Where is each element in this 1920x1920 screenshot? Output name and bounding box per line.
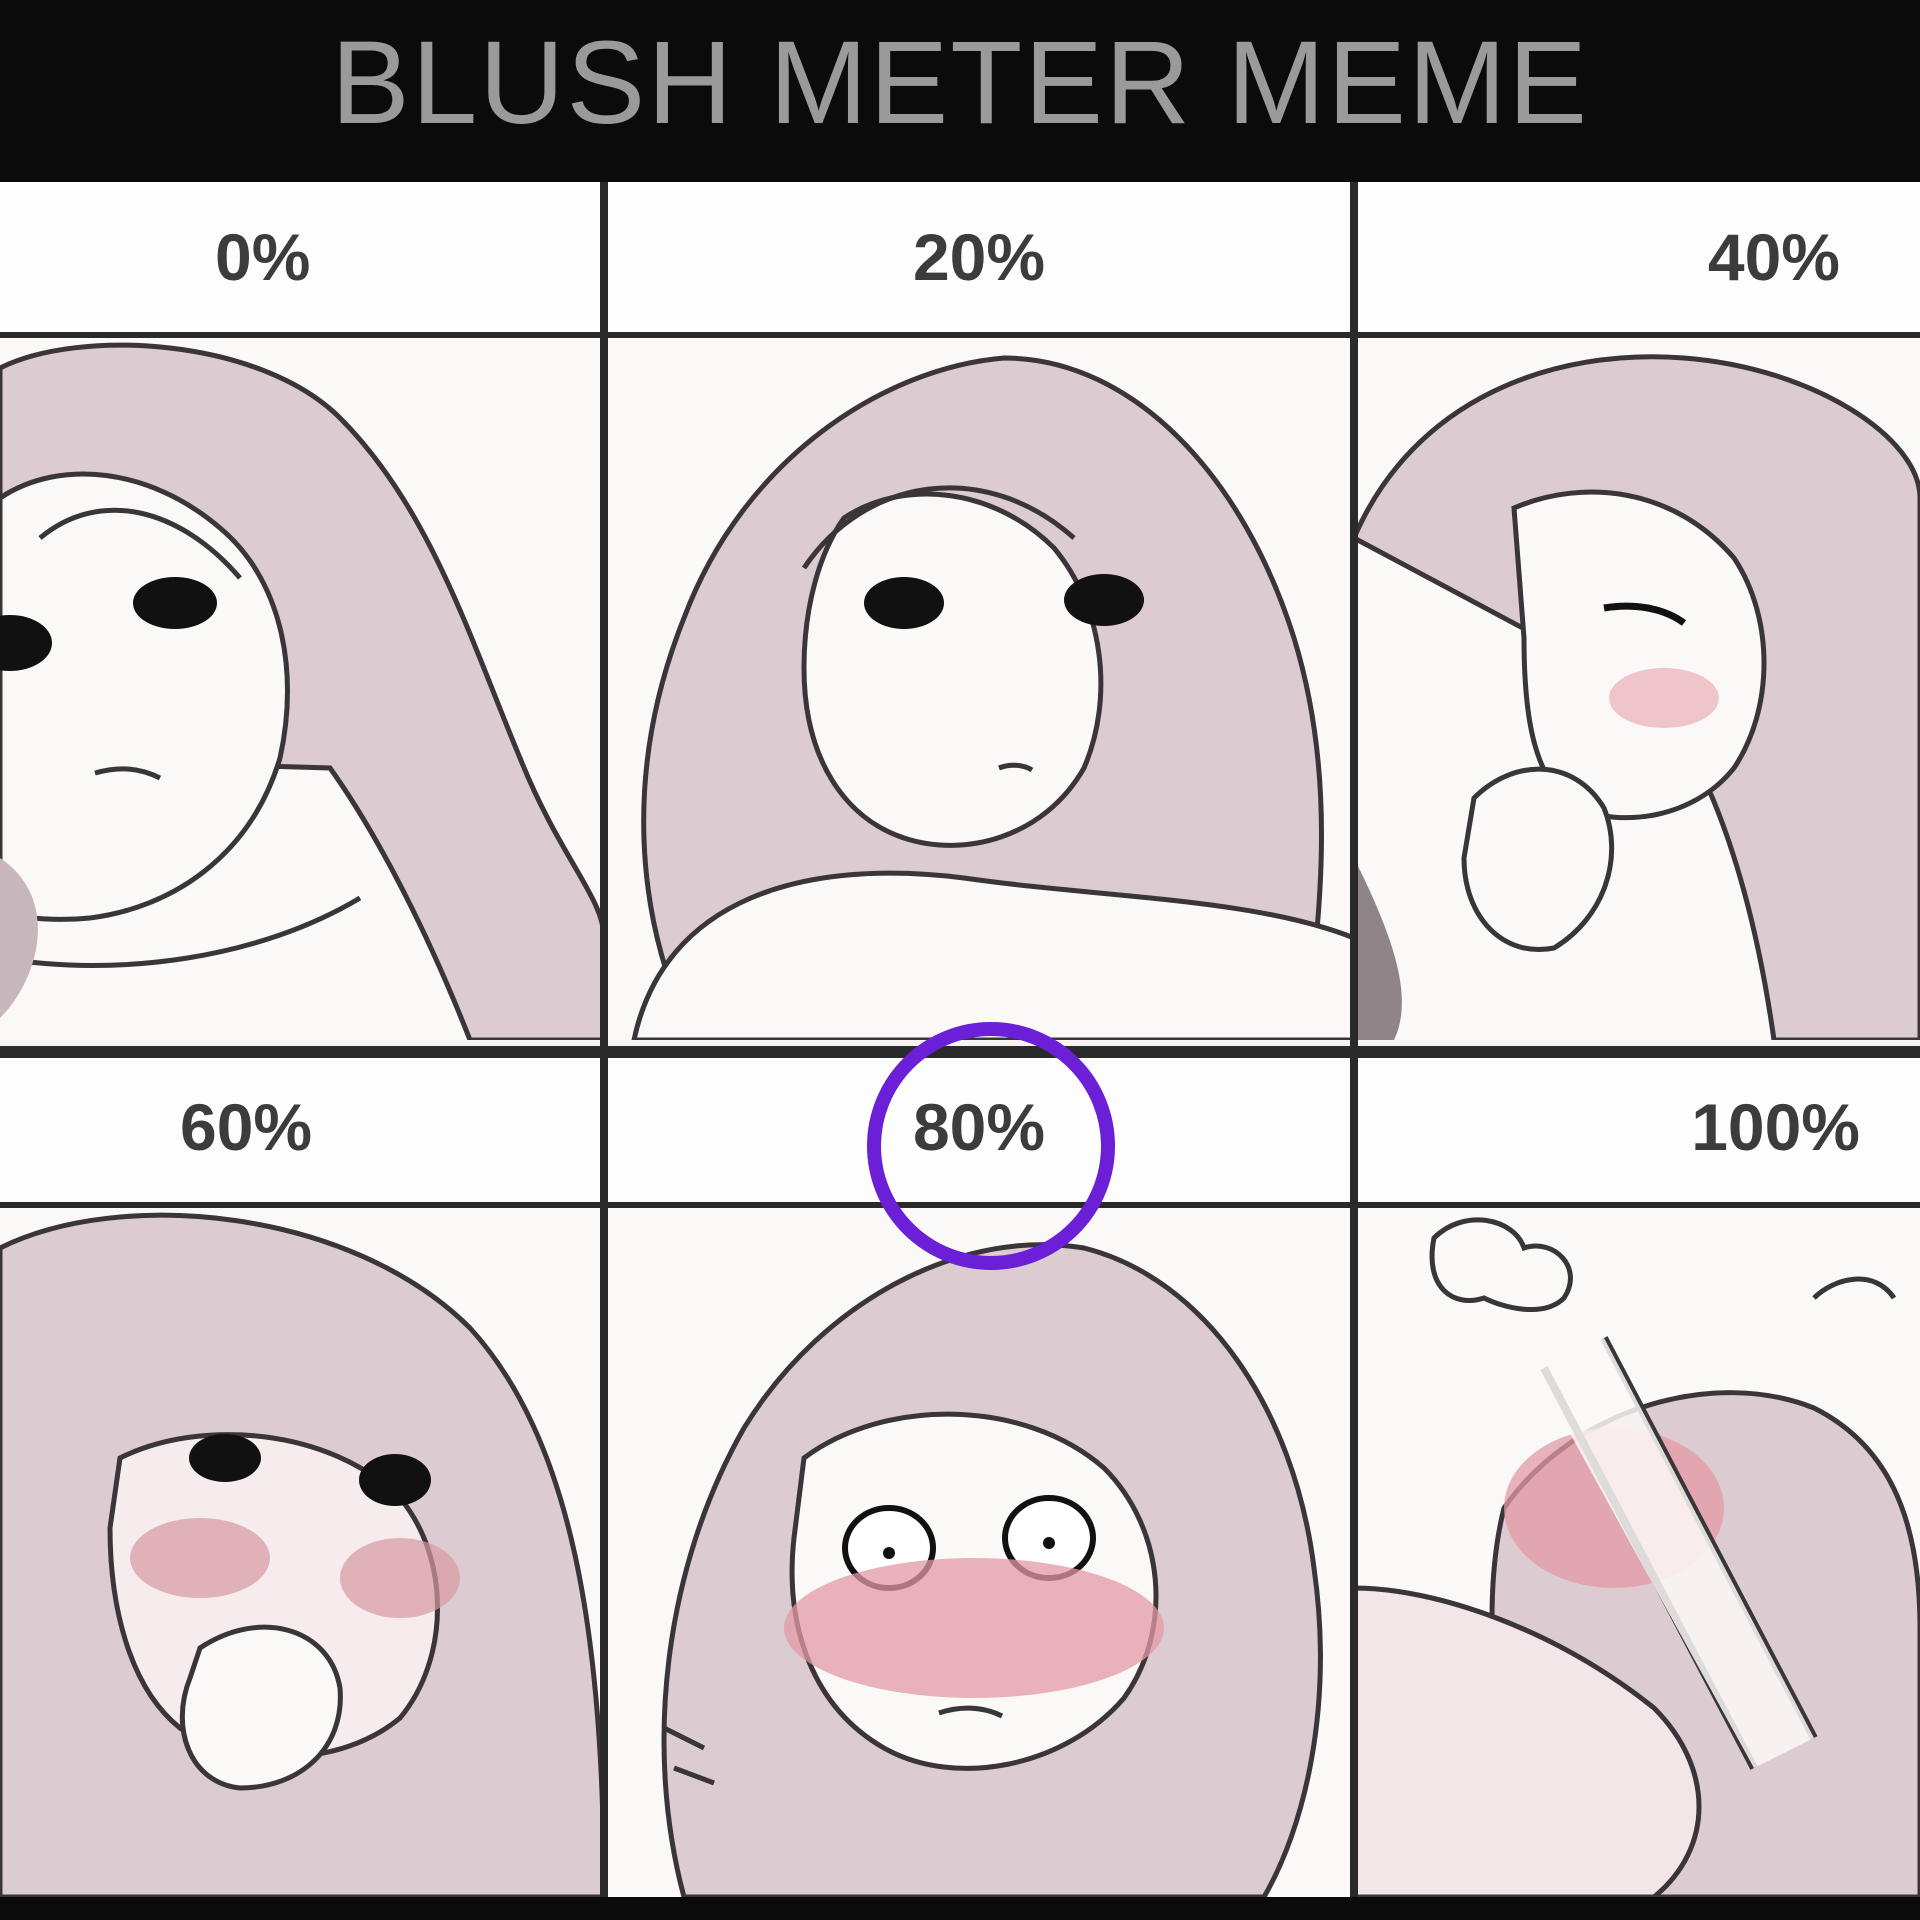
header-bar: BLUSH METER MEME (0, 0, 1920, 182)
character-drawing (604, 338, 1354, 1040)
panel-0-percent: 0% (0, 182, 604, 1040)
panel-label: 20% (604, 182, 1354, 338)
meme-title: BLUSH METER MEME (330, 17, 1590, 149)
bottom-border (0, 1897, 1920, 1920)
panel-40-percent: 40% (1354, 182, 1920, 1040)
character-drawing (0, 338, 604, 1040)
panel-100-percent: 100% (1354, 1052, 1920, 1897)
highlight-circle (867, 1022, 1115, 1270)
panel-label: 100% (1354, 1052, 1920, 1208)
character-drawing (1354, 1208, 1920, 1897)
divider-vertical (600, 182, 608, 1897)
panel-60-percent: 60% (0, 1052, 604, 1897)
panel-label: 60% (0, 1052, 604, 1208)
character-drawing (1354, 338, 1920, 1040)
panel-label: 40% (1354, 182, 1920, 338)
panel-label: 0% (0, 182, 604, 338)
character-drawing (604, 1208, 1354, 1897)
panel-20-percent: 20% (604, 182, 1354, 1040)
divider-vertical (1350, 182, 1358, 1897)
character-drawing (0, 1208, 604, 1897)
